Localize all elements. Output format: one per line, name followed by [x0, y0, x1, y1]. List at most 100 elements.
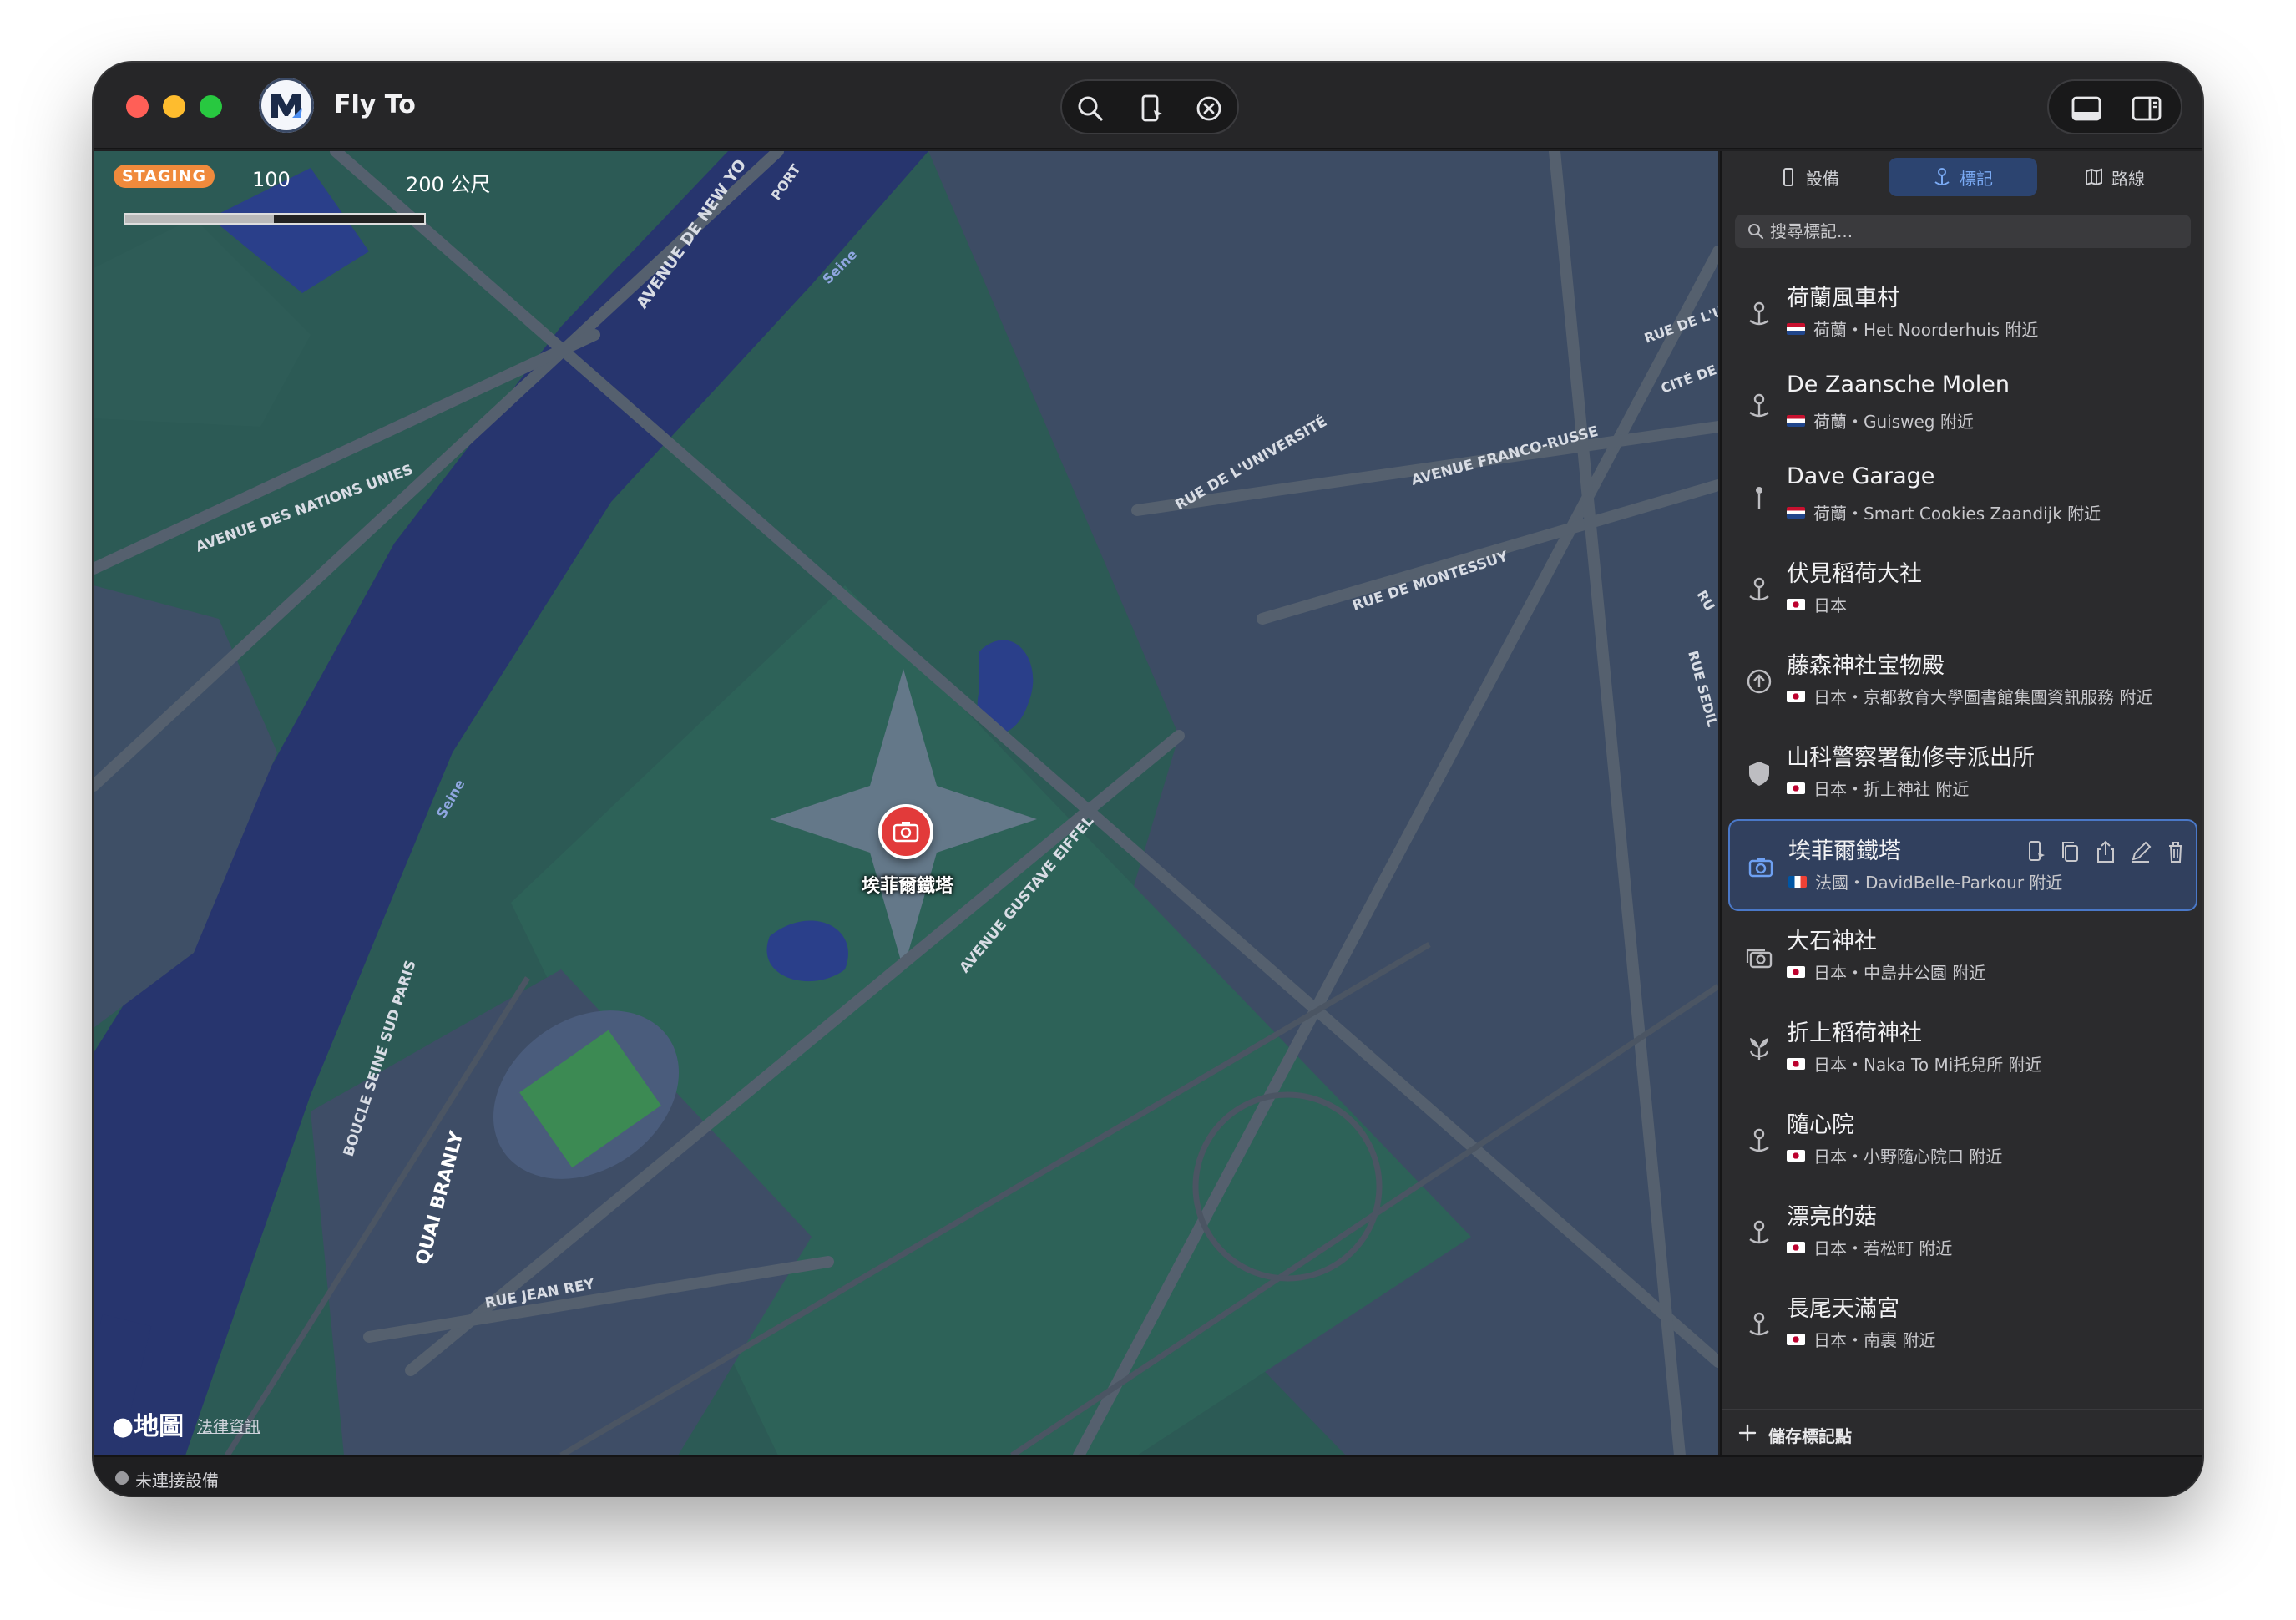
mark-actions: [2024, 839, 2187, 864]
camera-icon: [1748, 858, 1773, 878]
phone-icon: [1783, 168, 1793, 186]
sidebar-tabs: 設備 標記 路線: [1735, 158, 2191, 198]
mark-subtitle: 日本・Naka To Mi托兒所 附近: [1787, 1051, 2042, 1076]
pin-icon: [1934, 168, 1950, 185]
mark-subtitle: 荷蘭・Smart Cookies Zaandijk 附近: [1787, 500, 2101, 524]
mark-title: 山科警察署勧修寺派出所: [1787, 745, 2035, 771]
bottom-panel-toggle-icon[interactable]: [2071, 94, 2102, 124]
pin-icon: [1749, 393, 1769, 418]
mark-subtitle: 日本・南裏 附近: [1787, 1327, 1935, 1351]
mark-subtitle: 日本・小野隨心院口 附近: [1787, 1143, 2002, 1167]
map-view[interactable]: AVENUE DE NEW YO PORT Seine AVENUE DES N…: [94, 151, 1718, 1455]
mark-subtitle: 荷蘭・Guisweg 附近: [1787, 408, 1974, 433]
share-icon[interactable]: [2094, 839, 2117, 864]
pin-label: 埃菲爾鐵塔: [861, 876, 953, 897]
flag-icon: [1787, 507, 1805, 519]
mark-location: 日本・小野隨心院口 附近: [1813, 1147, 2003, 1167]
window-title: Fly To: [334, 90, 416, 119]
mark-location: 日本: [1813, 595, 1847, 615]
mark-subtitle: 日本: [1787, 592, 1847, 616]
mark-location: 日本・若松町 附近: [1813, 1238, 1953, 1258]
stop-location-icon[interactable]: [1194, 94, 1224, 124]
mark-location: 日本・京都教育大學圖書館集團資訊服務 附近: [1813, 687, 2153, 707]
mark-title: 長尾天滿宮: [1787, 1296, 1899, 1322]
camera-pin-icon[interactable]: [878, 804, 933, 859]
list-item[interactable]: 隨心院日本・小野隨心院口 附近: [1728, 1095, 2197, 1187]
cameras-icon: [1746, 949, 1773, 969]
flower-icon: [1749, 1038, 1769, 1060]
minimize-window-button[interactable]: [163, 95, 185, 118]
copy-icon[interactable]: [2059, 839, 2082, 864]
mark-subtitle: 日本・若松町 附近: [1787, 1235, 1952, 1259]
scale-label-100: 100: [252, 168, 291, 191]
mark-location: 荷蘭・Smart Cookies Zaandijk 附近: [1813, 504, 2101, 524]
legal-link[interactable]: 法律資訊: [197, 1415, 260, 1437]
flag-icon: [1788, 876, 1807, 888]
title-bar: Fly To: [94, 63, 2202, 149]
map-icon: [2086, 168, 2102, 186]
list-item[interactable]: De Zaansche Molen 荷蘭・Guisweg 附近: [1728, 360, 2197, 452]
list-item[interactable]: 伏見稻荷大社日本: [1728, 544, 2197, 635]
mark-location: 日本・折上神社 附近: [1813, 779, 1970, 799]
list-item[interactable]: 漂亮的菇日本・若松町 附近: [1728, 1187, 2197, 1278]
list-item[interactable]: 長尾天滿宮日本・南裏 附近: [1728, 1278, 2197, 1370]
mark-title: De Zaansche Molen: [1787, 372, 2010, 397]
flag-icon: [1787, 966, 1805, 978]
pin-icon: [1749, 1128, 1769, 1152]
search-icon[interactable]: [1075, 94, 1105, 124]
search-input[interactable]: [1770, 218, 2179, 245]
app-window: Fly To AVENUE DE NEW YO PORT Seine AVENU…: [94, 63, 2202, 1496]
flag-icon: [1787, 599, 1805, 610]
mark-title: 伏見稻荷大社: [1787, 561, 1922, 587]
mark-location: 日本・中島井公園 附近: [1813, 963, 1986, 983]
mark-title: 隨心院: [1787, 1112, 1854, 1138]
map-pin-icon: [1756, 487, 1762, 509]
mark-location: 荷蘭・Het Noorderhuis 附近: [1813, 320, 2039, 340]
list-item[interactable]: 藤森神社宝物殿日本・京都教育大學圖書館集團資訊服務 附近: [1728, 635, 2197, 727]
view-toggle-group: [2047, 79, 2182, 134]
mark-title: 埃菲爾鐵塔: [1788, 838, 1901, 864]
plus-icon[interactable]: [1737, 1422, 1758, 1444]
trash-icon[interactable]: [2164, 839, 2187, 864]
mark-subtitle: 日本・中島井公園 附近: [1787, 959, 1985, 984]
status-bar: 未連接設備: [94, 1455, 2202, 1496]
search-icon: [1748, 224, 1764, 240]
marks-sidebar: 設備 標記 路線 荷蘭風車村荷蘭・Het Noorderhuis 附近De Za…: [1720, 151, 2202, 1455]
mark-subtitle: 法國・DavidBelle-Parkour 附近: [1788, 869, 2062, 894]
device-location-icon[interactable]: [1135, 94, 1166, 124]
list-item[interactable]: Dave Garage 荷蘭・Smart Cookies Zaandijk 附近: [1728, 452, 2197, 544]
flag-icon: [1787, 691, 1805, 702]
marks-list: 荷蘭風車村 荷蘭・Het Noorderhuis 附近 De Zaansche Mo…: [1728, 268, 2197, 1370]
list-item[interactable]: 大石神社 日本・中島井公園 附近: [1728, 911, 2197, 1003]
list-item[interactable]: 埃菲爾鐵塔法國・DavidBelle-Parkour 附近: [1728, 819, 2197, 911]
list-item[interactable]: 荷蘭風車村 荷蘭・Het Noorderhuis 附近: [1728, 268, 2197, 360]
upload-circle-icon: [1747, 669, 1772, 694]
mark-subtitle: 日本・折上神社 附近: [1787, 776, 1969, 800]
toolbar-actions: [1060, 79, 1239, 134]
pin-icon: [1749, 1312, 1769, 1336]
tab-marks[interactable]: 標記: [1889, 158, 2037, 196]
send-to-device-icon[interactable]: [2024, 839, 2047, 864]
edit-icon[interactable]: [2129, 839, 2152, 864]
tab-routes[interactable]: 路線: [2041, 158, 2189, 196]
zoom-window-button[interactable]: [200, 95, 222, 118]
flag-icon: [1787, 1334, 1805, 1345]
flag-icon: [1787, 1150, 1805, 1162]
save-mark-button[interactable]: 儲存標記點: [1768, 1423, 1852, 1447]
mark-title: 藤森神社宝物殿: [1787, 653, 1945, 679]
connection-status-text: 未連接設備: [135, 1471, 219, 1491]
tab-devices[interactable]: 設備: [1735, 158, 1884, 196]
list-item[interactable]: 山科警察署勧修寺派出所日本・折上神社 附近: [1728, 727, 2197, 819]
pin-icon: [1749, 1220, 1769, 1244]
close-window-button[interactable]: [126, 95, 149, 118]
mark-subtitle: 荷蘭・Het Noorderhuis 附近: [1787, 316, 2038, 341]
mark-location: 荷蘭・Guisweg 附近: [1813, 412, 1974, 432]
flag-icon: [1787, 1242, 1805, 1253]
staging-badge: STAGING: [114, 165, 215, 188]
sidebar-toggle-icon[interactable]: [2131, 94, 2162, 124]
flag-icon: [1787, 782, 1805, 794]
mark-title: 漂亮的菇: [1787, 1204, 1877, 1230]
sidebar-footer: 儲存標記點: [1722, 1409, 2202, 1455]
apple-icon: ●: [112, 1412, 134, 1441]
list-item[interactable]: 折上稻荷神社 日本・Naka To Mi托兒所 附近: [1728, 1003, 2197, 1095]
